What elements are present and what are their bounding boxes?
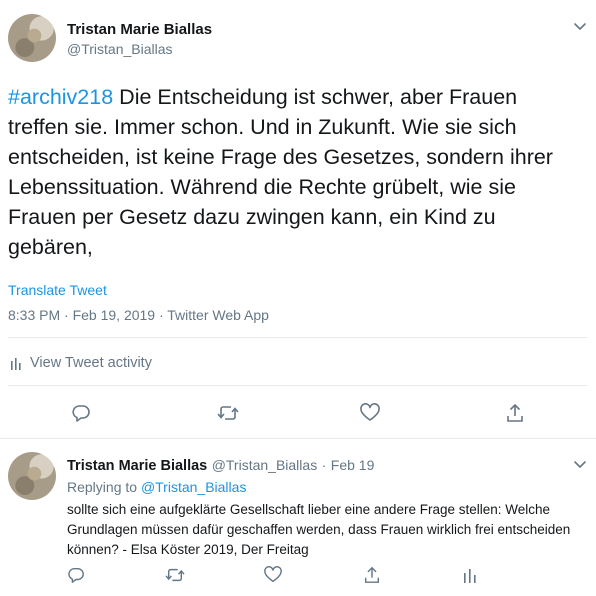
view-tweet-activity-label: View Tweet activity (30, 355, 152, 371)
reply-header: Tristan Marie Biallas @Tristan_Biallas ·… (67, 457, 374, 475)
chevron-down-icon[interactable] (572, 456, 588, 472)
heart-icon[interactable] (263, 566, 283, 584)
share-icon[interactable] (505, 402, 525, 424)
author-handle[interactable]: @Tristan_Biallas (212, 457, 318, 473)
retweet-icon[interactable] (165, 566, 185, 584)
hashtag-link[interactable]: #archiv218 (8, 85, 113, 109)
tweet-date[interactable]: Feb 19 (331, 457, 375, 473)
reply-icon[interactable] (67, 566, 85, 584)
retweet-icon[interactable] (217, 403, 239, 423)
author-name[interactable]: Tristan Marie Biallas (67, 458, 207, 474)
replying-to: Replying to @Tristan_Biallas (67, 479, 246, 495)
divider (0, 438, 596, 439)
share-icon[interactable] (363, 565, 381, 585)
translate-tweet-link[interactable]: Translate Tweet (8, 282, 107, 298)
bar-chart-icon[interactable] (462, 566, 478, 584)
mention-link[interactable]: @Tristan_Biallas (141, 479, 247, 495)
heart-icon[interactable] (359, 403, 381, 423)
divider (8, 385, 588, 386)
tweet-timestamp[interactable]: 8:33 PM · Feb 19, 2019 · Twitter Web App (8, 307, 269, 323)
divider (8, 337, 588, 338)
view-tweet-activity-button[interactable]: View Tweet activity (8, 355, 152, 371)
separator-dot: · (321, 457, 327, 473)
reply-text: sollte sich eine aufgeklärte Gesellschaf… (67, 502, 571, 557)
avatar[interactable] (8, 14, 56, 62)
replying-to-label: Replying to (67, 479, 141, 495)
author-handle[interactable]: @Tristan_Biallas (67, 41, 173, 57)
avatar[interactable] (8, 452, 56, 500)
tweet-text: #archiv218 Die Entscheidung ist schwer, … (8, 82, 578, 262)
tweet-body: Die Entscheidung ist schwer, aber Frauen… (8, 85, 553, 259)
author-name[interactable]: Tristan Marie Biallas (67, 21, 212, 38)
reply-icon[interactable] (71, 403, 91, 423)
bar-chart-icon (8, 355, 24, 371)
chevron-down-icon[interactable] (572, 18, 588, 34)
